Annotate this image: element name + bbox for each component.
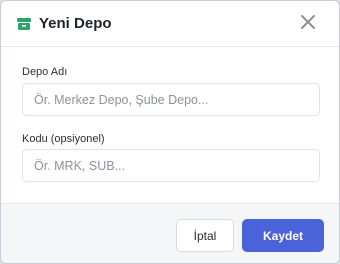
archive-box-icon [17,17,31,30]
dialog-title: Yeni Depo [39,15,112,32]
new-warehouse-dialog: Yeni Depo Depo Adı Kodu (opsiyonel) İpta… [0,0,340,264]
close-button[interactable] [297,13,319,35]
dialog-header: Yeni Depo [1,1,339,47]
dialog-footer: İptal Kaydet [1,203,339,263]
close-icon [300,14,316,35]
warehouse-code-label: Kodu (opsiyonel) [22,133,105,145]
cancel-button[interactable]: İptal [176,219,234,252]
warehouse-name-label: Depo Adı [22,66,68,78]
warehouse-code-input[interactable] [22,149,320,182]
save-button[interactable]: Kaydet [242,219,324,252]
warehouse-name-input[interactable] [22,83,320,116]
dialog-body: Depo Adı Kodu (opsiyonel) [1,48,339,203]
